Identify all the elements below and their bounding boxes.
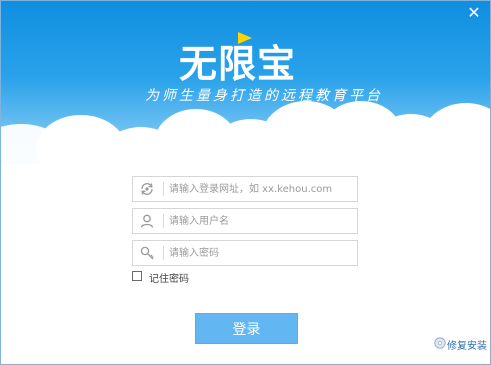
username-field[interactable] bbox=[132, 208, 358, 234]
field-divider bbox=[163, 214, 164, 228]
username-input[interactable] bbox=[169, 211, 349, 231]
tagline: 为师生量身打造的远程教育平台 bbox=[145, 88, 383, 104]
url-input[interactable] bbox=[169, 179, 349, 199]
play-badge-icon bbox=[238, 32, 252, 44]
disc-icon bbox=[434, 337, 446, 349]
remember-checkbox[interactable] bbox=[132, 271, 142, 281]
user-icon bbox=[140, 214, 154, 228]
url-field[interactable] bbox=[132, 176, 358, 202]
logo-area: 无限宝 为师生量身打造的远程教育平台 bbox=[1, 15, 490, 104]
login-window: ✕ 无限宝 为师生量身打造的远程教育平台 请输入登录网址，如 xx.kehou.… bbox=[0, 0, 491, 365]
repair-install-label: 修复安装 bbox=[447, 341, 487, 352]
key-icon bbox=[140, 246, 154, 260]
remember-label: 记住密码 bbox=[149, 274, 189, 285]
login-button[interactable]: 登录 bbox=[195, 313, 298, 344]
field-divider bbox=[163, 182, 164, 196]
password-input[interactable] bbox=[169, 243, 349, 263]
refresh-link-icon bbox=[141, 183, 153, 195]
field-divider bbox=[163, 246, 164, 260]
password-field[interactable] bbox=[132, 240, 358, 266]
login-form bbox=[132, 176, 358, 272]
